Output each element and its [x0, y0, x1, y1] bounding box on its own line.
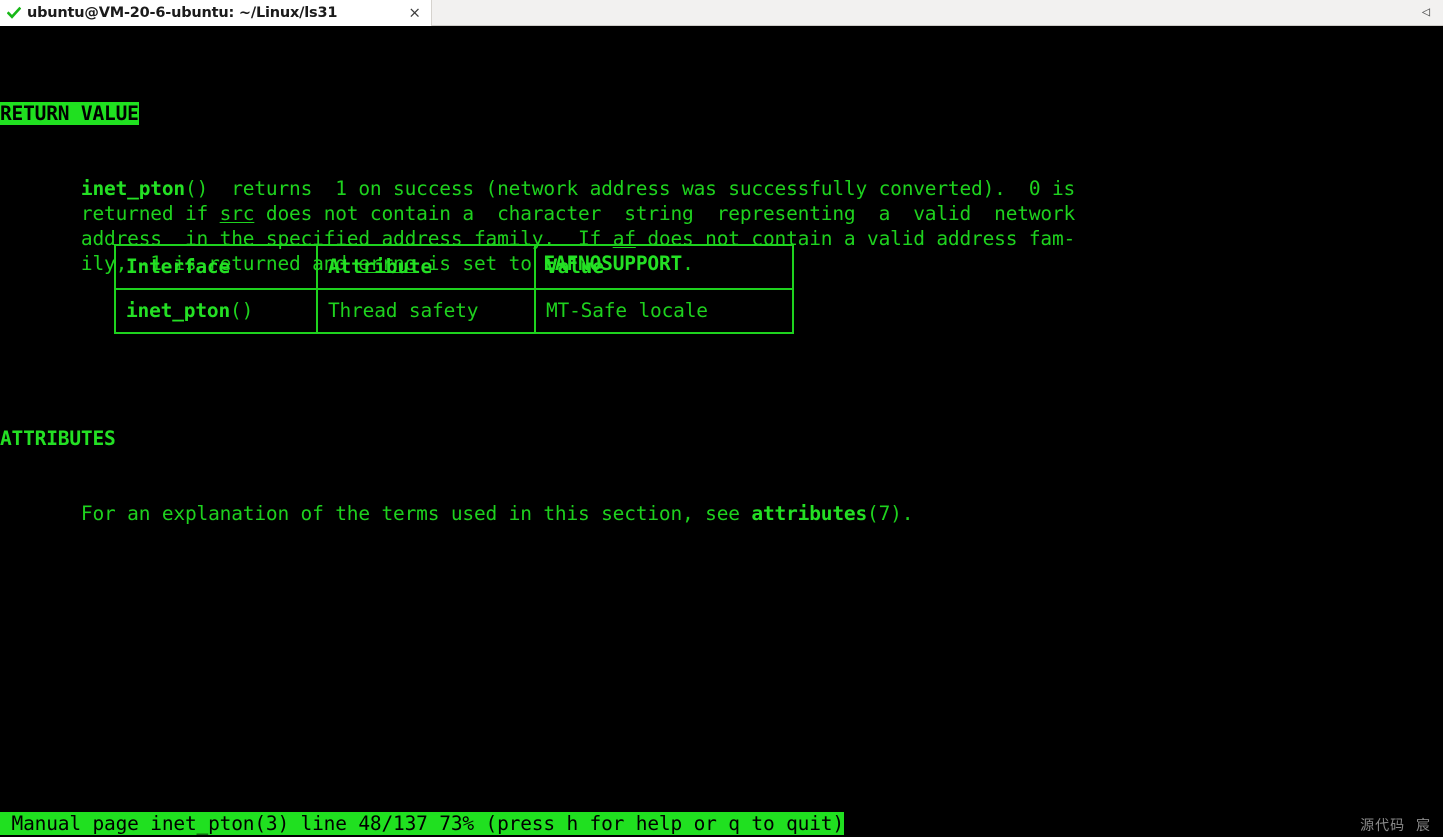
- table-header-attribute: Attribute: [316, 244, 536, 290]
- table-header-value: Value: [534, 244, 794, 290]
- check-icon: [7, 6, 21, 20]
- terminal-line: inet_pton() returns 1 on success (networ…: [80, 177, 1076, 200]
- pager-status-line: Manual page inet_pton(3) line 48/137 73%…: [0, 811, 1443, 837]
- section-heading-attributes: ATTRIBUTES: [0, 427, 116, 450]
- attributes-body: For an explanation of the terms used in …: [0, 501, 1443, 526]
- table-cell-value: MT-Safe locale: [534, 288, 794, 334]
- blank-row: [0, 601, 1443, 626]
- blank-row: [0, 751, 1443, 776]
- table-cell-attribute: Thread safety: [316, 288, 536, 334]
- watermark: 源代码 宸: [1360, 818, 1431, 834]
- pager-status-text: Manual page inet_pton(3) line 48/137 73%…: [0, 812, 844, 835]
- table-row: inet_pton() Thread safety MT-Safe locale: [114, 288, 794, 334]
- collapse-arrow-icon[interactable]: ◁: [1417, 3, 1435, 21]
- blank-row: [0, 351, 1443, 376]
- terminal-screen[interactable]: RETURN VALUE inet_pton() returns 1 on su…: [0, 26, 1443, 837]
- attributes-table: Interface Attribute Value inet_pton() Th…: [114, 244, 794, 334]
- tab-title: ubuntu@VM-20-6-ubuntu: ~/Linux/ls31: [27, 5, 338, 21]
- terminal-line: returned if src does not contain a chara…: [0, 202, 1076, 225]
- section-heading-return-value: RETURN VALUE: [0, 102, 139, 125]
- table-header-row: Interface Attribute Value: [114, 244, 794, 290]
- table-header-interface: Interface: [114, 244, 318, 290]
- close-icon[interactable]: ×: [408, 5, 421, 21]
- table-cell-interface: inet_pton(): [114, 288, 318, 334]
- blank-row: [0, 676, 1443, 701]
- titlebar: ubuntu@VM-20-6-ubuntu: ~/Linux/ls31 × ◁: [0, 0, 1443, 26]
- terminal-tab[interactable]: ubuntu@VM-20-6-ubuntu: ~/Linux/ls31 ×: [0, 0, 432, 26]
- terminal-window: ubuntu@VM-20-6-ubuntu: ~/Linux/ls31 × ◁ …: [0, 0, 1443, 837]
- terminal-line: For an explanation of the terms used in …: [0, 502, 914, 525]
